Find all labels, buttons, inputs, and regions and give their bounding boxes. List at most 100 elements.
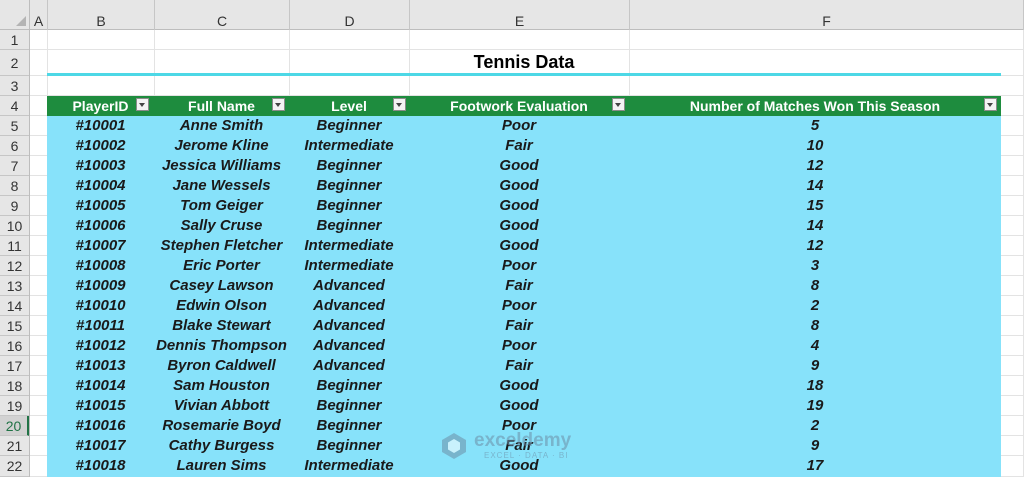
cell-level[interactable]: Beginner <box>289 156 409 176</box>
column-header-f[interactable]: F <box>630 0 1024 30</box>
cell-level[interactable]: Advanced <box>289 296 409 316</box>
cell-player-id[interactable]: #10004 <box>47 176 154 196</box>
row-header-13[interactable]: 13 <box>0 276 29 296</box>
cell-level[interactable]: Beginner <box>289 436 409 456</box>
cell-matches-won[interactable]: 5 <box>629 116 1001 136</box>
cell-matches-won[interactable]: 12 <box>629 236 1001 256</box>
filter-dropdown-icon[interactable] <box>984 98 997 111</box>
cell-full-name[interactable]: Vivian Abbott <box>154 396 289 416</box>
cell-full-name[interactable]: Sam Houston <box>154 376 289 396</box>
cell-matches-won[interactable]: 19 <box>629 396 1001 416</box>
cell-matches-won[interactable]: 14 <box>629 176 1001 196</box>
cell-player-id[interactable]: #10009 <box>47 276 154 296</box>
cell-level[interactable]: Intermediate <box>289 256 409 276</box>
column-header-e[interactable]: E <box>410 0 630 30</box>
cell-footwork[interactable]: Good <box>409 196 629 216</box>
cell-full-name[interactable]: Lauren Sims <box>154 456 289 476</box>
cell-footwork[interactable]: Poor <box>409 296 629 316</box>
cell-full-name[interactable]: Jessica Williams <box>154 156 289 176</box>
cell-level[interactable]: Beginner <box>289 396 409 416</box>
cell-level[interactable]: Advanced <box>289 316 409 336</box>
cell-footwork[interactable]: Poor <box>409 336 629 356</box>
cell-full-name[interactable]: Casey Lawson <box>154 276 289 296</box>
cell-player-id[interactable]: #10011 <box>47 316 154 336</box>
filter-dropdown-icon[interactable] <box>393 98 406 111</box>
cell-matches-won[interactable]: 8 <box>629 316 1001 336</box>
cell-player-id[interactable]: #10016 <box>47 416 154 436</box>
cell-matches-won[interactable]: 14 <box>629 216 1001 236</box>
column-header-a[interactable]: A <box>30 0 48 30</box>
row-header-17[interactable]: 17 <box>0 356 29 376</box>
cell-full-name[interactable]: Cathy Burgess <box>154 436 289 456</box>
cell-player-id[interactable]: #10003 <box>47 156 154 176</box>
cell-full-name[interactable]: Stephen Fletcher <box>154 236 289 256</box>
row-header-9[interactable]: 9 <box>0 196 29 216</box>
cell-player-id[interactable]: #10012 <box>47 336 154 356</box>
cell-player-id[interactable]: #10017 <box>47 436 154 456</box>
row-header-22[interactable]: 22 <box>0 456 29 477</box>
column-header-c[interactable]: C <box>155 0 290 30</box>
row-header-12[interactable]: 12 <box>0 256 29 276</box>
cell-full-name[interactable]: Tom Geiger <box>154 196 289 216</box>
cell-player-id[interactable]: #10013 <box>47 356 154 376</box>
cell-level[interactable]: Beginner <box>289 196 409 216</box>
cell-full-name[interactable]: Rosemarie Boyd <box>154 416 289 436</box>
filter-dropdown-icon[interactable] <box>272 98 285 111</box>
row-header-8[interactable]: 8 <box>0 176 29 196</box>
cell-footwork[interactable]: Good <box>409 376 629 396</box>
cell-matches-won[interactable]: 9 <box>629 436 1001 456</box>
cell-matches-won[interactable]: 17 <box>629 456 1001 476</box>
cell-level[interactable]: Beginner <box>289 116 409 136</box>
cell-player-id[interactable]: #10007 <box>47 236 154 256</box>
cell-matches-won[interactable]: 10 <box>629 136 1001 156</box>
cell-full-name[interactable]: Jerome Kline <box>154 136 289 156</box>
row-header-3[interactable]: 3 <box>0 76 29 96</box>
cell-footwork[interactable]: Good <box>409 216 629 236</box>
cell-matches-won[interactable]: 18 <box>629 376 1001 396</box>
cell-level[interactable]: Advanced <box>289 276 409 296</box>
cell-matches-won[interactable]: 12 <box>629 156 1001 176</box>
cell-level[interactable]: Beginner <box>289 176 409 196</box>
cell-matches-won[interactable]: 4 <box>629 336 1001 356</box>
cell-full-name[interactable]: Edwin Olson <box>154 296 289 316</box>
cell-player-id[interactable]: #10008 <box>47 256 154 276</box>
cell-footwork[interactable]: Good <box>409 156 629 176</box>
cell-level[interactable]: Beginner <box>289 416 409 436</box>
cell-level[interactable]: Intermediate <box>289 136 409 156</box>
row-header-18[interactable]: 18 <box>0 376 29 396</box>
cell-player-id[interactable]: #10002 <box>47 136 154 156</box>
row-header-2[interactable]: 2 <box>0 50 29 76</box>
cell-level[interactable]: Beginner <box>289 216 409 236</box>
cell-player-id[interactable]: #10005 <box>47 196 154 216</box>
cell-player-id[interactable]: #10001 <box>47 116 154 136</box>
row-header-6[interactable]: 6 <box>0 136 29 156</box>
row-header-7[interactable]: 7 <box>0 156 29 176</box>
cell-player-id[interactable]: #10018 <box>47 456 154 476</box>
row-header-16[interactable]: 16 <box>0 336 29 356</box>
cell-matches-won[interactable]: 2 <box>629 296 1001 316</box>
cell-full-name[interactable]: Dennis Thompson <box>154 336 289 356</box>
cell-level[interactable]: Intermediate <box>289 456 409 476</box>
cell-player-id[interactable]: #10006 <box>47 216 154 236</box>
row-header-21[interactable]: 21 <box>0 436 29 456</box>
cell-footwork[interactable]: Poor <box>409 116 629 136</box>
cell-footwork[interactable]: Fair <box>409 316 629 336</box>
cell-matches-won[interactable]: 8 <box>629 276 1001 296</box>
cell-footwork[interactable]: Good <box>409 396 629 416</box>
row-header-11[interactable]: 11 <box>0 236 29 256</box>
column-header-d[interactable]: D <box>290 0 410 30</box>
cell-full-name[interactable]: Sally Cruse <box>154 216 289 236</box>
cell-player-id[interactable]: #10015 <box>47 396 154 416</box>
cell-footwork[interactable]: Good <box>409 176 629 196</box>
cell-matches-won[interactable]: 15 <box>629 196 1001 216</box>
row-header-5[interactable]: 5 <box>0 116 29 136</box>
cell-full-name[interactable]: Eric Porter <box>154 256 289 276</box>
cell-matches-won[interactable]: 3 <box>629 256 1001 276</box>
select-all-button[interactable] <box>0 0 30 30</box>
row-header-19[interactable]: 19 <box>0 396 29 416</box>
row-header-14[interactable]: 14 <box>0 296 29 316</box>
row-header-1[interactable]: 1 <box>0 30 29 50</box>
row-header-4[interactable]: 4 <box>0 96 29 116</box>
cell-player-id[interactable]: #10010 <box>47 296 154 316</box>
cell-level[interactable]: Intermediate <box>289 236 409 256</box>
